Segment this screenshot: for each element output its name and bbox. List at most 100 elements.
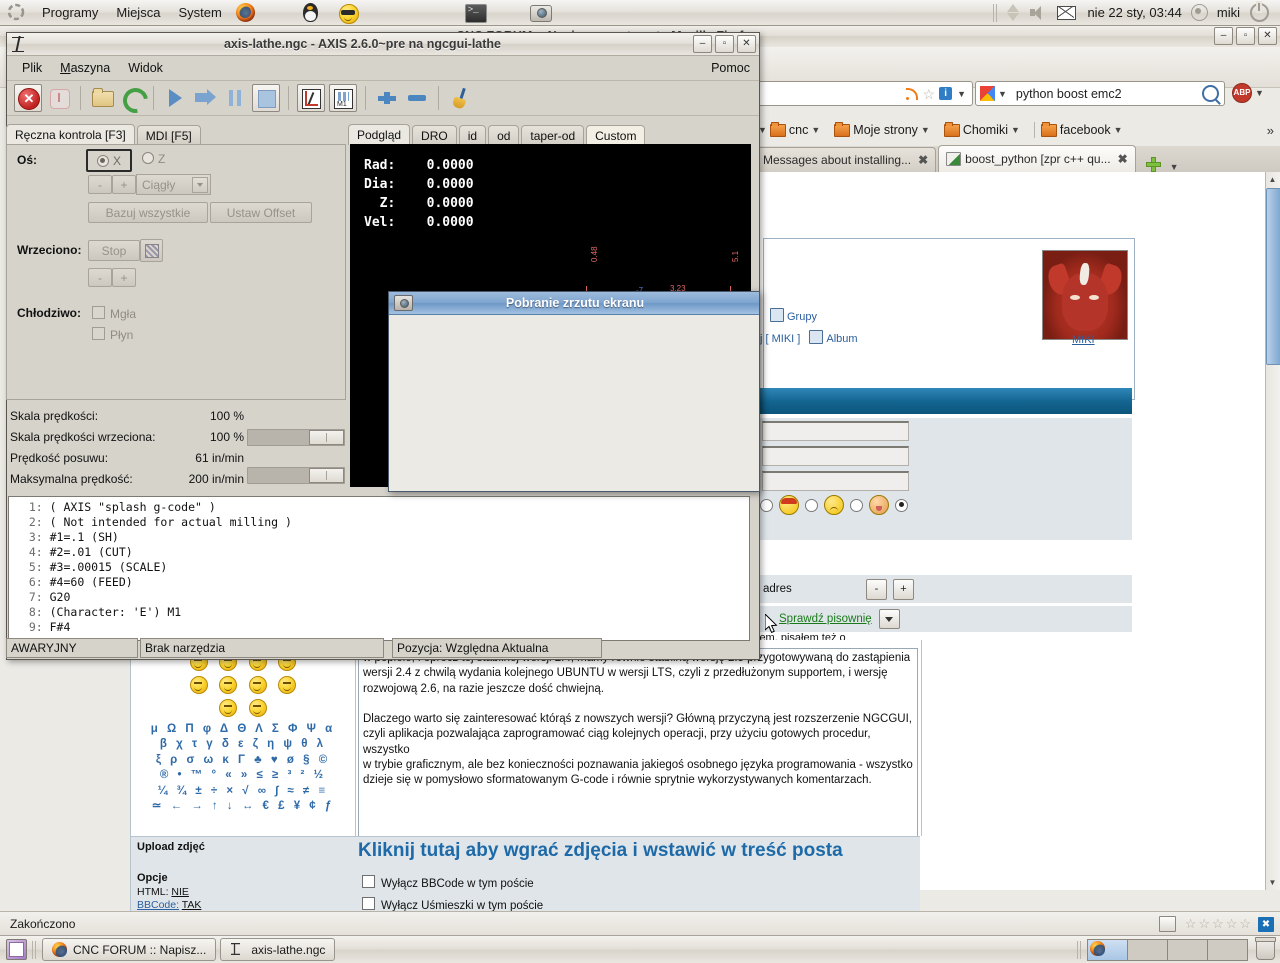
task-firefox[interactable]: CNC FORUM :: Napisz...	[42, 938, 217, 961]
workspace-4[interactable]	[1207, 938, 1248, 961]
menu-widok[interactable]: Widok	[119, 59, 172, 77]
tab-taper-od[interactable]: taper-od	[521, 125, 585, 145]
scroll-down-icon[interactable]: ▼	[1266, 876, 1279, 889]
rss-icon[interactable]	[905, 87, 919, 101]
spindle-plus-button[interactable]: +	[112, 268, 136, 287]
radio-icon-none[interactable]	[895, 498, 908, 512]
chevron-down-icon[interactable]: ▼	[1255, 88, 1264, 98]
pause-icon[interactable]	[222, 85, 248, 111]
gcode-listing[interactable]: 1: ( AXIS "splash g-code" ) 2: ( Not int…	[8, 496, 750, 641]
address-minus-button[interactable]: -	[866, 578, 887, 600]
optional-stop-icon[interactable]: M1	[329, 84, 357, 112]
url-input[interactable]: ☆ i ▼	[755, 81, 973, 106]
workspace-1[interactable]	[1087, 938, 1128, 961]
skip-optional-icon[interactable]	[297, 84, 325, 112]
radio-icon-1[interactable]	[760, 498, 773, 512]
search-icon[interactable]	[1202, 85, 1219, 102]
upload-cta-link[interactable]: Kliknij tutaj aby wgrać zdjęcia i wstawi…	[358, 840, 843, 862]
chevron-down-icon[interactable]: ▼	[957, 89, 966, 99]
zoom-in-icon[interactable]	[374, 85, 400, 111]
close-icon[interactable]: ✖	[918, 153, 928, 167]
menu-maszyna[interactable]: Maszyna	[51, 59, 119, 77]
open-file-icon[interactable]	[89, 85, 115, 111]
bookmark-moje-strony[interactable]: Moje strony ▼	[834, 121, 933, 137]
slider-knob[interactable]	[309, 468, 344, 483]
gcode-line[interactable]: 1: ( AXIS "splash g-code" )	[9, 500, 749, 515]
chevron-down-icon[interactable]: ▼	[1114, 125, 1123, 135]
tab-podglad[interactable]: Podgląd	[348, 124, 411, 145]
charmap-row[interactable]: ® • ™ ° « » ≤ ≥ ³ ² ½	[132, 768, 354, 783]
clear-icon[interactable]	[447, 85, 473, 111]
tab-mdi[interactable]: MDI [F5]	[136, 125, 201, 145]
abp-icon[interactable]: ABP	[1232, 83, 1252, 103]
tab-od[interactable]: od	[488, 125, 520, 145]
gcode-line[interactable]: 8: (Character: 'E') M1	[9, 605, 749, 620]
options-bbcode-key[interactable]: BBCode:	[137, 899, 179, 911]
tab-reczna-kontrola[interactable]: Ręczna kontrola [F3]	[6, 124, 135, 145]
chevron-down-icon[interactable]: ▼	[921, 125, 930, 135]
info-icon[interactable]: i	[939, 87, 953, 100]
bookmark-facebook[interactable]: facebook ▼	[1040, 121, 1126, 137]
spindle-stop-button[interactable]: Stop	[88, 240, 140, 261]
spindle-direction-icon[interactable]	[140, 239, 163, 262]
bookmark-chomiki[interactable]: Chomiki ▼	[943, 121, 1023, 137]
reload-icon[interactable]	[118, 83, 153, 118]
tab-id[interactable]: id	[458, 125, 487, 145]
smiley-icon[interactable]	[219, 676, 238, 694]
checkbox-row-smilies[interactable]: Wyłącz Uśmieszki w tym poście	[362, 897, 543, 912]
trash-icon[interactable]	[1255, 937, 1276, 960]
gcode-line[interactable]: 6: #4=60 (FEED)	[9, 575, 749, 590]
estop-icon[interactable]	[14, 84, 42, 112]
spellcheck-link[interactable]: Sprawdź pisownię	[779, 613, 872, 625]
menu-pomoc[interactable]: Pomoc	[702, 59, 759, 77]
spellcheck-dropdown-button[interactable]	[878, 609, 900, 629]
task-axis[interactable]: axis-lathe.ngc	[220, 938, 336, 961]
feed-override-slider[interactable]	[247, 429, 345, 446]
show-desktop-icon[interactable]	[6, 939, 27, 960]
radio-icon-2[interactable]	[805, 498, 818, 512]
network-updown-icon[interactable]	[1007, 4, 1021, 21]
zoom-out-icon[interactable]	[404, 85, 430, 111]
run-program-icon[interactable]	[162, 85, 188, 111]
chevron-down-icon[interactable]: ▼	[998, 89, 1007, 99]
axis-minimize-button[interactable]: –	[693, 35, 712, 53]
axis-close-button[interactable]: ✕	[737, 35, 756, 53]
axis-maximize-button[interactable]: ▫	[715, 35, 734, 53]
jog-mode-select[interactable]: Ciągły	[136, 174, 211, 195]
user-icon[interactable]	[1190, 4, 1208, 21]
search-query[interactable]: python boost emc2	[1010, 87, 1202, 101]
coolant-mist-checkbox[interactable]: Mgła	[92, 306, 136, 321]
close-icon[interactable]: ✖	[1118, 152, 1128, 166]
axis-radio-z[interactable]: Z	[142, 152, 165, 166]
radio-icon-3[interactable]	[850, 498, 863, 512]
jog-plus-button[interactable]: +	[112, 175, 136, 194]
bookmark-cnc[interactable]: cnc ▼	[769, 121, 823, 137]
form-input-2[interactable]	[762, 446, 909, 466]
chevron-down-icon[interactable]	[192, 177, 208, 193]
charmap-row[interactable]: ξ ρ σ ω κ Γ ♣ ♥ ø § ©	[132, 753, 354, 768]
volume-icon[interactable]	[1030, 5, 1046, 20]
star-icon[interactable]: ☆	[1212, 916, 1224, 932]
set-offset-button[interactable]: Ustaw Offset	[210, 202, 312, 223]
smiley-icon[interactable]	[219, 699, 238, 717]
charmap-row[interactable]: μ Ω Π φ Δ Θ Λ Σ Φ Ψ α	[132, 722, 354, 737]
spindle-override-slider[interactable]	[247, 467, 345, 484]
mail-icon[interactable]	[1057, 5, 1077, 20]
gcode-line[interactable]: 9: F#4	[9, 620, 749, 635]
smiley-icon[interactable]	[278, 676, 297, 694]
chevron-down-icon[interactable]: ▼	[1011, 125, 1020, 135]
checkbox-bbcode[interactable]	[362, 875, 375, 888]
smiley-icon[interactable]	[336, 2, 360, 24]
post-message-textarea[interactable]: w popiele, i oprócz tej stabilnej wersji…	[358, 648, 918, 837]
checkbox-row-bbcode[interactable]: Wyłącz BBCode w tym poście	[362, 875, 534, 890]
gcode-line[interactable]: 2: ( Not intended for actual milling )	[9, 515, 749, 530]
bookmarks-overflow-button[interactable]: »	[1267, 123, 1280, 138]
gnome-foot-icon[interactable]	[6, 2, 30, 24]
terminal-icon[interactable]	[463, 2, 487, 24]
page-icon[interactable]	[1158, 916, 1176, 932]
home-all-button[interactable]: Bazuj wszystkie	[88, 202, 208, 223]
charmap-row[interactable]: ≃ ← → ↑ ↓ ↔ € £ ¥ ¢ ƒ	[132, 799, 354, 814]
clock[interactable]: nie 22 sty, 03:44	[1082, 5, 1186, 20]
album-label[interactable]: Album	[826, 333, 857, 345]
checkbox-smilies[interactable]	[362, 897, 375, 910]
